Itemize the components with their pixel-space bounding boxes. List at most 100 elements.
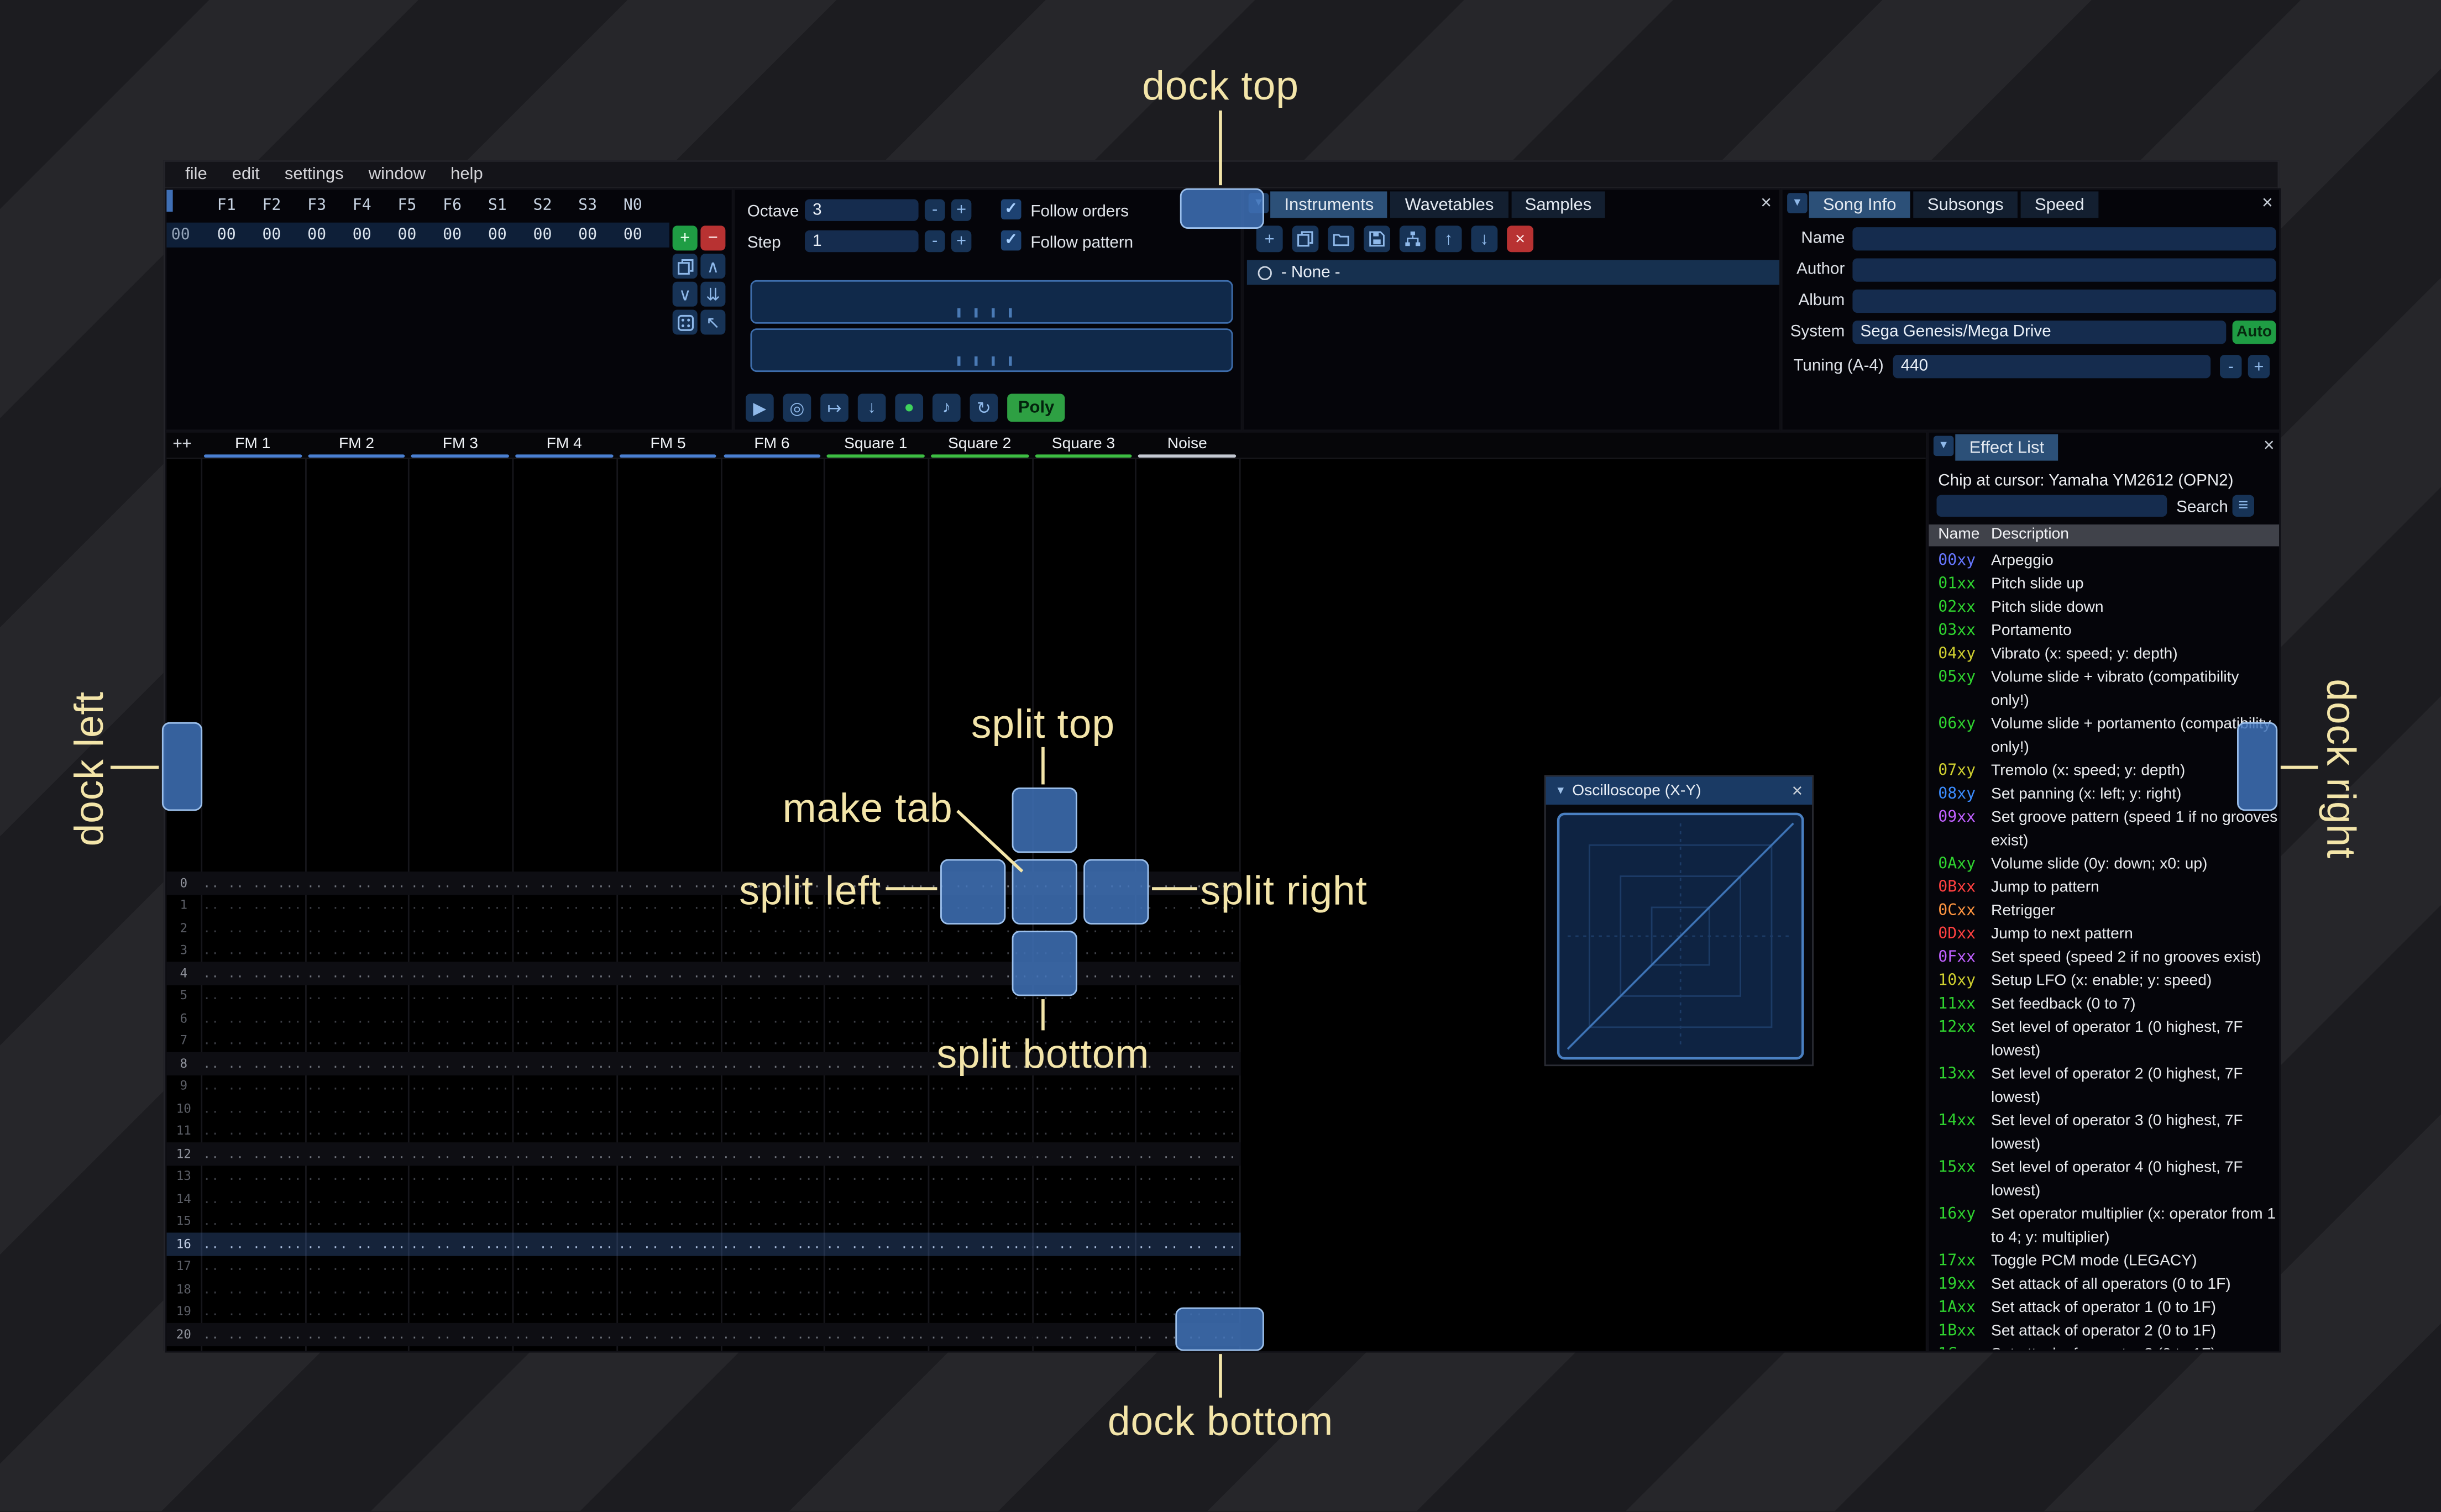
pattern-row-9[interactable]: 9... .. .. ....... .. .. ....... .. .. .… bbox=[166, 1075, 1240, 1098]
pattern-cell[interactable]: ... .. .. .... bbox=[305, 1120, 408, 1142]
pattern-cell[interactable]: ... .. .. .... bbox=[201, 1097, 305, 1120]
pattern-cell[interactable]: ... .. .. .... bbox=[616, 1075, 720, 1098]
order-cell[interactable]: 00 bbox=[204, 227, 249, 244]
metronome-button[interactable]: ♪ bbox=[932, 393, 961, 422]
pattern-cell[interactable]: ... .. .. .... bbox=[824, 1120, 928, 1142]
order-column-f3[interactable]: F3 bbox=[294, 198, 339, 215]
dock-left-target[interactable] bbox=[161, 722, 203, 811]
effect-row-0Dxx[interactable]: 0Dxx Jump to next pattern bbox=[1929, 923, 2279, 946]
pattern-cell[interactable]: ... .. .. .... bbox=[305, 872, 408, 894]
pattern-cell[interactable]: ... .. .. .... bbox=[1135, 1007, 1239, 1030]
pattern-cell[interactable]: ... .. .. .... bbox=[616, 1052, 720, 1075]
pattern-cell[interactable]: ... .. .. .... bbox=[201, 1346, 305, 1351]
poly-button[interactable]: Poly bbox=[1007, 393, 1066, 422]
pattern-cell[interactable]: ... .. .. .... bbox=[720, 1278, 824, 1300]
pattern-cell[interactable]: ... .. .. .... bbox=[1031, 1120, 1135, 1142]
pattern-cell[interactable]: ... .. .. .... bbox=[305, 1300, 408, 1323]
pattern-cell[interactable]: ... .. .. .... bbox=[720, 1300, 824, 1323]
pattern-row-12[interactable]: 12... .. .. ....... .. .. ....... .. .. … bbox=[166, 1142, 1241, 1166]
field-input-author[interactable] bbox=[1852, 258, 2276, 282]
pattern-cell[interactable]: ... .. .. .... bbox=[512, 1323, 616, 1346]
pattern-cell[interactable]: ... .. .. .... bbox=[720, 1007, 824, 1030]
effect-row-14xx[interactable]: 14xx Set level of operator 3 (0 highest, … bbox=[1929, 1110, 2279, 1156]
pattern-cell[interactable]: ... .. .. .... bbox=[720, 1030, 824, 1052]
pattern-cell[interactable]: ... .. .. .... bbox=[928, 1007, 1031, 1030]
pattern-cell[interactable]: ... .. .. .... bbox=[1031, 1233, 1135, 1256]
pattern-cell[interactable]: ... .. .. .... bbox=[408, 962, 512, 984]
pattern-cell[interactable]: ... .. .. .... bbox=[201, 1165, 305, 1188]
pattern-cell[interactable]: ... .. .. .... bbox=[201, 1120, 305, 1142]
pattern-cell[interactable]: ... .. .. .... bbox=[616, 1188, 720, 1210]
pattern-cell[interactable]: ... .. .. .... bbox=[1031, 1323, 1135, 1346]
tab-instruments[interactable]: Instruments bbox=[1270, 191, 1388, 218]
pattern-cell[interactable]: ... .. .. .... bbox=[305, 894, 408, 917]
pattern-cell[interactable]: ... .. .. .... bbox=[928, 1255, 1031, 1278]
pattern-cell[interactable]: ... .. .. .... bbox=[408, 1142, 512, 1165]
effect-row-07xy[interactable]: 07xy Tremolo (x: speed; y: depth) bbox=[1929, 759, 2279, 783]
tab-subsongs[interactable]: Subsongs bbox=[1913, 191, 2018, 218]
pattern-cell[interactable]: ... .. .. .... bbox=[616, 1142, 720, 1165]
pattern-cell[interactable]: ... .. .. .... bbox=[616, 962, 720, 984]
pattern-cell[interactable]: ... .. .. .... bbox=[1031, 1142, 1135, 1165]
close-effect-list-button[interactable]: × bbox=[2259, 435, 2279, 456]
pattern-cell[interactable]: ... .. .. .... bbox=[1135, 1210, 1239, 1233]
pattern-cell[interactable]: ... .. .. .... bbox=[720, 917, 824, 939]
pattern-cell[interactable]: ... .. .. .... bbox=[512, 894, 616, 917]
menu-item-file[interactable]: file bbox=[173, 164, 220, 185]
pattern-row-2[interactable]: 2... .. .. ....... .. .. ....... .. .. .… bbox=[166, 917, 1240, 939]
pattern-cell[interactable]: ... .. .. .... bbox=[201, 939, 305, 962]
order-cell[interactable]: 00 bbox=[429, 227, 475, 244]
pattern-cell[interactable]: ... .. .. .... bbox=[305, 1030, 408, 1052]
pattern-cell[interactable]: ... .. .. .... bbox=[305, 1323, 408, 1346]
pattern-cell[interactable]: ... .. .. .... bbox=[1135, 1188, 1239, 1210]
pattern-cell[interactable]: ... .. .. .... bbox=[720, 1346, 824, 1351]
order-column-f5[interactable]: F5 bbox=[385, 198, 430, 215]
pattern-cell[interactable]: ... .. .. .... bbox=[824, 939, 928, 962]
pattern-cell[interactable]: ... .. .. .... bbox=[512, 1030, 616, 1052]
step-decrease-button[interactable]: - bbox=[924, 230, 945, 253]
menu-item-window[interactable]: window bbox=[356, 164, 438, 185]
pattern-cell[interactable]: ... .. .. .... bbox=[616, 1165, 720, 1188]
pattern-row-19[interactable]: 19... .. .. ....... .. .. ....... .. .. … bbox=[166, 1300, 1240, 1323]
pattern-cell[interactable]: ... .. .. .... bbox=[1135, 1075, 1239, 1098]
play-button[interactable]: ▶ bbox=[746, 393, 774, 422]
order-column-f4[interactable]: F4 bbox=[339, 198, 385, 215]
pattern-cell[interactable]: ... .. .. .... bbox=[305, 962, 408, 984]
tuning-input[interactable]: 440 bbox=[1893, 355, 2211, 379]
pattern-row-15[interactable]: 15... .. .. ....... .. .. ....... .. .. … bbox=[166, 1210, 1240, 1233]
pattern-cell[interactable]: ... .. .. .... bbox=[512, 1007, 616, 1030]
pattern-cell[interactable]: ... .. .. .... bbox=[201, 984, 305, 1007]
pattern-cell[interactable]: ... .. .. .... bbox=[305, 1052, 408, 1075]
pattern-cell[interactable]: ... .. .. .... bbox=[512, 1210, 616, 1233]
pattern-row-21[interactable]: 21... .. .. ....... .. .. ....... .. .. … bbox=[166, 1346, 1240, 1351]
pattern-cell[interactable]: ... .. .. .... bbox=[512, 1075, 616, 1098]
effect-row-0Bxx[interactable]: 0Bxx Jump to pattern bbox=[1929, 876, 2279, 900]
order-cell[interactable]: 00 bbox=[339, 227, 385, 244]
pattern-cell[interactable]: ... .. .. .... bbox=[305, 1346, 408, 1351]
pattern-cell[interactable]: ... .. .. .... bbox=[824, 917, 928, 939]
pattern-row-13[interactable]: 13... .. .. ....... .. .. ....... .. .. … bbox=[166, 1165, 1240, 1188]
pattern-cell[interactable]: ... .. .. .... bbox=[616, 984, 720, 1007]
pattern-cell[interactable]: ... .. .. .... bbox=[512, 1188, 616, 1210]
order-cell[interactable]: 00 bbox=[610, 227, 656, 244]
pattern-cell[interactable]: ... .. .. .... bbox=[1135, 1052, 1239, 1075]
pattern-cell[interactable]: ... .. .. .... bbox=[1135, 984, 1239, 1007]
pattern-cell[interactable]: ... .. .. .... bbox=[824, 1075, 928, 1098]
pattern-cell[interactable]: ... .. .. .... bbox=[1031, 1255, 1135, 1278]
pattern-cell[interactable]: ... .. .. .... bbox=[616, 917, 720, 939]
move-order-down-button[interactable]: ∨ bbox=[672, 281, 698, 307]
effect-row-17xx[interactable]: 17xx Toggle PCM mode (LEGACY) bbox=[1929, 1250, 2279, 1273]
oscilloscope-titlebar[interactable]: ▼ Oscilloscope (X-Y) × bbox=[1546, 776, 1813, 805]
pattern-row-10[interactable]: 10... .. .. ....... .. .. ....... .. .. … bbox=[166, 1097, 1240, 1120]
pattern-cell[interactable]: ... .. .. .... bbox=[928, 1323, 1031, 1346]
tab-speed[interactable]: Speed bbox=[2020, 191, 2098, 218]
effect-row-12xx[interactable]: 12xx Set level of operator 1 (0 highest, … bbox=[1929, 1016, 2279, 1063]
pattern-cell[interactable]: ... .. .. .... bbox=[512, 1165, 616, 1188]
pattern-cell[interactable]: ... .. .. .... bbox=[720, 1097, 824, 1120]
dock-top-target[interactable] bbox=[1180, 188, 1264, 229]
pattern-cell[interactable]: ... .. .. .... bbox=[616, 894, 720, 917]
tab-samples[interactable]: Samples bbox=[1511, 191, 1606, 218]
octave-decrease-button[interactable]: - bbox=[924, 199, 945, 221]
pattern-cell[interactable]: ... .. .. .... bbox=[201, 1007, 305, 1030]
pattern-row-3[interactable]: 3... .. .. ....... .. .. ....... .. .. .… bbox=[166, 939, 1240, 962]
